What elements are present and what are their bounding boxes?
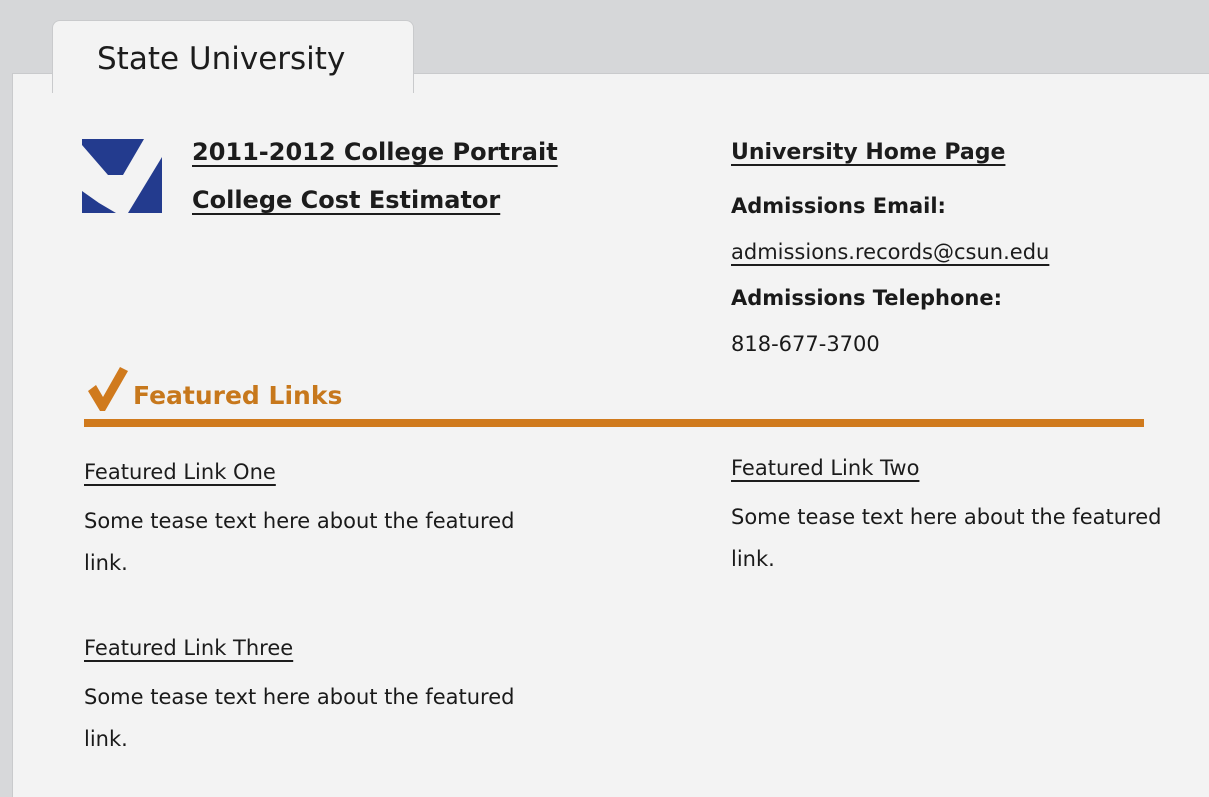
featured-link-one-tease: Some tease text here about the featured … bbox=[84, 509, 515, 575]
featured-links-heading: Featured Links bbox=[133, 381, 343, 410]
college-cost-estimator-link[interactable]: College Cost Estimator bbox=[192, 186, 500, 214]
featured-divider bbox=[84, 419, 1144, 427]
checkmark-icon bbox=[88, 367, 128, 411]
admissions-email-link[interactable]: admissions.records@csun.edu bbox=[731, 240, 1049, 264]
featured-link-three[interactable]: Featured Link Three bbox=[84, 636, 293, 660]
featured-link-three-tease: Some tease text here about the featured … bbox=[84, 685, 515, 751]
featured-link-two[interactable]: Featured Link Two bbox=[731, 456, 919, 480]
college-portrait-link[interactable]: 2011-2012 College Portrait bbox=[192, 138, 558, 166]
featured-link-two-tease: Some tease text here about the featured … bbox=[731, 505, 1162, 571]
admissions-telephone-value: 818-677-3700 bbox=[731, 332, 880, 356]
admissions-email-label: Admissions Email: bbox=[731, 194, 946, 218]
tab-state-university[interactable]: State University bbox=[52, 20, 414, 93]
tab-label: State University bbox=[97, 41, 346, 77]
admissions-telephone-label: Admissions Telephone: bbox=[731, 286, 1002, 310]
featured-link-one[interactable]: Featured Link One bbox=[84, 460, 276, 484]
university-home-page-link[interactable]: University Home Page bbox=[731, 140, 1005, 165]
checkmark-logo-icon bbox=[82, 139, 162, 213]
